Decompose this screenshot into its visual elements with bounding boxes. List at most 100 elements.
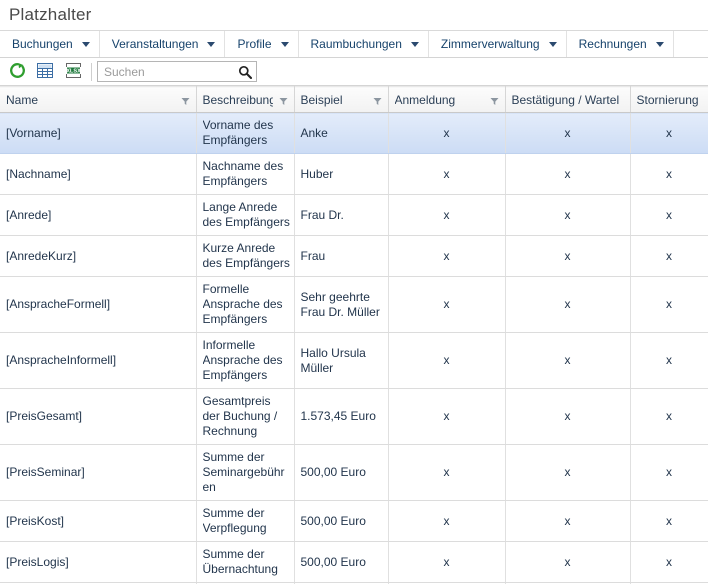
cell-beschreibung: Formelle Ansprache des Empfängers (196, 276, 295, 333)
filter-icon[interactable] (279, 95, 288, 105)
cell-name: [Vorname] (0, 112, 197, 154)
table-row[interactable]: [PreisLogis] Summe der Übernachtung 500,… (0, 541, 708, 583)
cell-bestaetigung: x (505, 235, 631, 277)
cell-bestaetigung: x (505, 388, 631, 445)
menu-item-label: Veranstaltungen (111, 37, 199, 51)
cell-beispiel: 500,00 Euro (294, 500, 389, 542)
table-body: [Vorname] Vorname des Empfängers Anke x … (0, 112, 708, 584)
cell-beschreibung: Summe der Übernachtung (196, 541, 295, 583)
cell-anmeldung: x (388, 332, 506, 389)
menu-item-raumbuchungen[interactable]: Raumbuchungen (299, 31, 429, 57)
header-row: Name Beschreibung Beispiel Anmeldung Bes… (0, 86, 708, 113)
table-row[interactable]: [Nachname] Nachname des Empfängers Huber… (0, 153, 708, 195)
xlsx-export-icon: XLSX (65, 62, 82, 81)
table-row[interactable]: [AnspracheFormell] Formelle Ansprache de… (0, 276, 708, 333)
cell-stornierung: x (630, 444, 708, 501)
menu-item-veranstaltungen[interactable]: Veranstaltungen (100, 31, 226, 57)
cell-name: [PreisSeminar] (0, 444, 197, 501)
menu-item-label: Profile (237, 37, 272, 51)
cell-name: [PreisKost] (0, 500, 197, 542)
xlsx-export-button[interactable]: XLSX (60, 60, 86, 84)
cell-name: [Nachname] (0, 153, 197, 195)
table-row[interactable]: [PreisGesamt] Gesamtpreis der Buchung / … (0, 388, 708, 445)
cell-beispiel: Frau (294, 235, 389, 277)
menu-item-label: Raumbuchungen (310, 37, 402, 51)
table-header: Name Beschreibung Beispiel Anmeldung Bes… (0, 86, 708, 113)
cell-anmeldung: x (388, 112, 506, 154)
table-row[interactable]: [PreisKost] Summe der Verpflegung 500,00… (0, 500, 708, 542)
cell-anmeldung: x (388, 153, 506, 195)
cell-name: [AnredeKurz] (0, 235, 197, 277)
column-header-label: Stornierung (636, 92, 699, 107)
title-bar: Platzhalter (0, 0, 708, 31)
cell-beschreibung: Gesamtpreis der Buchung / Rechnung (196, 388, 295, 445)
filter-icon[interactable] (490, 95, 499, 105)
cell-name: [AnspracheInformell] (0, 332, 197, 389)
cell-beschreibung: Vorname des Empfängers (196, 112, 295, 154)
menu-item-label: Rechnungen (578, 37, 647, 51)
column-header-name[interactable]: Name (0, 86, 197, 113)
menu-item-profile[interactable]: Profile (225, 31, 299, 57)
cell-name: [PreisGesamt] (0, 388, 197, 445)
column-header-stornierung[interactable]: Stornierung (630, 86, 708, 113)
menu-item-label: Zimmerverwaltung (440, 37, 540, 51)
cell-stornierung: x (630, 388, 708, 445)
cell-anmeldung: x (388, 235, 506, 277)
cell-stornierung: x (630, 194, 708, 236)
cell-beispiel: 500,00 Euro (294, 444, 389, 501)
chevron-down-icon (410, 41, 419, 47)
filter-icon[interactable] (373, 95, 382, 105)
cell-bestaetigung: x (505, 153, 631, 195)
cell-name: [AnspracheFormell] (0, 276, 197, 333)
chevron-down-icon (655, 41, 664, 47)
svg-text:XLSX: XLSX (66, 68, 81, 74)
cell-stornierung: x (630, 276, 708, 333)
menu-item-zimmerverwaltung[interactable]: Zimmerverwaltung (429, 31, 567, 57)
filter-icon[interactable] (181, 95, 190, 105)
search-input[interactable] (98, 62, 281, 81)
column-header-beschreibung[interactable]: Beschreibung (196, 86, 295, 113)
cell-beispiel: Sehr geehrte Frau Dr. Müller (294, 276, 389, 333)
column-header-bestaetigung[interactable]: Bestätigung / Wartel (505, 86, 631, 113)
cell-beispiel: 500,00 Euro (294, 541, 389, 583)
cell-beispiel: Hallo Ursula Müller (294, 332, 389, 389)
cell-bestaetigung: x (505, 541, 631, 583)
cell-anmeldung: x (388, 388, 506, 445)
cell-bestaetigung: x (505, 112, 631, 154)
cell-bestaetigung: x (505, 276, 631, 333)
toolbar-separator (91, 62, 92, 81)
cell-beschreibung: Summe der Verpflegung (196, 500, 295, 542)
column-header-label: Beispiel (300, 92, 343, 107)
page-title: Platzhalter (9, 5, 92, 24)
table-row[interactable]: [PreisSeminar] Summe der Seminargebühren… (0, 444, 708, 501)
data-grid-container[interactable]: Name Beschreibung Beispiel Anmeldung Bes… (0, 86, 708, 584)
cell-beispiel: Frau Dr. (294, 194, 389, 236)
cell-name: [Anrede] (0, 194, 197, 236)
search-box[interactable] (97, 61, 281, 82)
column-header-beispiel[interactable]: Beispiel (294, 86, 389, 113)
placeholder-table: Name Beschreibung Beispiel Anmeldung Bes… (0, 86, 708, 584)
cell-stornierung: x (630, 153, 708, 195)
table-row[interactable]: [Anrede] Lange Anrede des Empfängers Fra… (0, 194, 708, 236)
cell-anmeldung: x (388, 541, 506, 583)
chevron-down-icon (207, 41, 216, 47)
cell-beispiel: 1.573,45 Euro (294, 388, 389, 445)
application-window: Platzhalter Buchungen Veranstaltungen Pr… (0, 0, 708, 584)
column-header-anmeldung[interactable]: Anmeldung (388, 86, 506, 113)
menu-item-rechnungen[interactable]: Rechnungen (567, 31, 674, 57)
cell-name: [PreisLogis] (0, 541, 197, 583)
column-header-label: Name (6, 92, 39, 107)
cell-anmeldung: x (388, 276, 506, 333)
cell-beschreibung: Informelle Ansprache des Empfängers (196, 332, 295, 389)
grid-toolbar: XLSX (0, 58, 708, 86)
refresh-button[interactable] (4, 60, 30, 84)
table-row[interactable]: [AnspracheInformell] Informelle Ansprach… (0, 332, 708, 389)
cell-stornierung: x (630, 500, 708, 542)
table-view-button[interactable] (32, 60, 58, 84)
table-row[interactable]: [AnredeKurz] Kurze Anrede des Empfängers… (0, 235, 708, 277)
menu-item-buchungen[interactable]: Buchungen (0, 31, 100, 57)
search-icon[interactable] (238, 65, 252, 79)
menu-item-label: Buchungen (12, 37, 73, 51)
table-row[interactable]: [Vorname] Vorname des Empfängers Anke x … (0, 112, 708, 154)
cell-beschreibung: Summe der Seminargebühren (196, 444, 295, 501)
